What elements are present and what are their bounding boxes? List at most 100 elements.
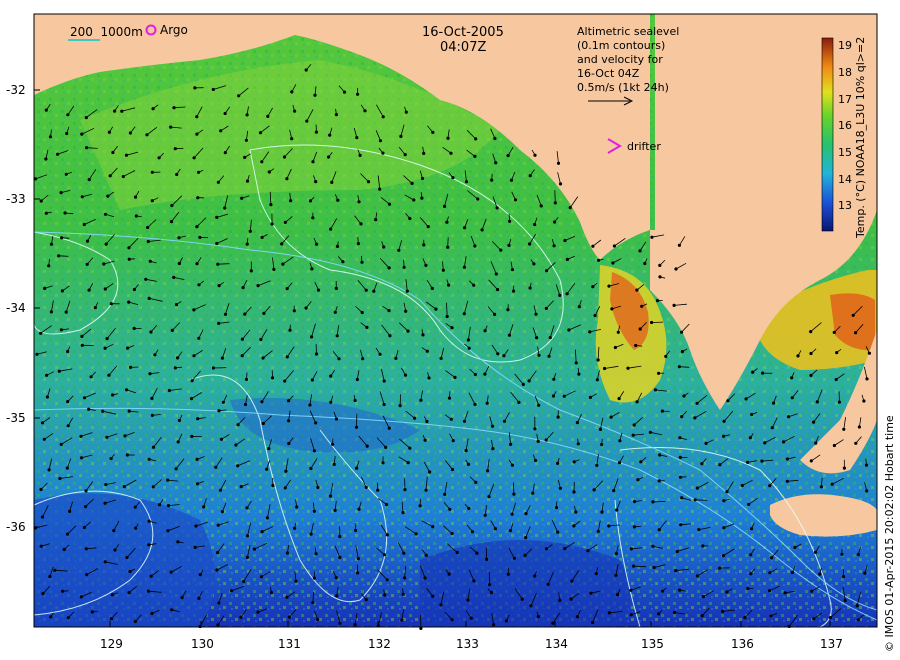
velocity-arrowhead [57, 254, 61, 258]
velocity-arrowhead [197, 170, 201, 174]
velocity-arrowhead [430, 286, 434, 290]
velocity-arrowhead [80, 343, 84, 347]
velocity-arrowhead [496, 352, 500, 356]
velocity-arrowhead [607, 611, 612, 615]
velocity-arrowhead [314, 180, 318, 184]
velocity-arrowhead [539, 204, 543, 208]
velocity-arrowhead [197, 336, 201, 340]
velocity-arrowhead [65, 466, 69, 470]
velocity-arrowhead [283, 486, 287, 490]
velocity-arrowhead [125, 555, 129, 560]
velocity-arrowhead [426, 225, 430, 229]
velocity-arrowhead [147, 296, 151, 300]
velocity-arrowhead [149, 574, 153, 578]
velocity-arrowhead [338, 555, 342, 560]
velocity-arrowhead [261, 421, 265, 426]
velocity-arrowhead [272, 267, 276, 271]
velocity-arrowhead [217, 409, 221, 413]
velocity-arrowhead [240, 354, 244, 358]
velocity-arrowhead [107, 373, 111, 377]
velocity-arrowhead [548, 335, 552, 340]
velocity-arrowhead [533, 222, 537, 227]
velocity-arrowhead [635, 288, 639, 292]
velocity-arrowhead [38, 331, 43, 335]
velocity-arrowhead [402, 551, 406, 555]
velocity-arrowhead [196, 196, 200, 200]
velocity-arrowhead [743, 615, 747, 620]
velocity-arrowhead [677, 365, 682, 369]
velocity-arrowhead [363, 109, 367, 113]
velocity-arrowhead [763, 441, 767, 445]
velocity-arrowhead [44, 373, 49, 377]
map-time: 04:07Z [440, 40, 486, 55]
velocity-arrowhead [419, 398, 423, 402]
lon-tick-label: 132 [368, 637, 391, 651]
velocity-arrowhead [245, 506, 249, 510]
velocity-arrowhead [85, 572, 89, 577]
lon-tick-label: 130 [191, 637, 214, 651]
velocity-arrowhead [125, 453, 130, 457]
velocity-arrowhead [68, 509, 72, 513]
velocity-arrowhead [678, 455, 682, 459]
velocity-arrowhead [508, 528, 513, 533]
velocity-arrowhead [387, 308, 391, 313]
lat-tick-label: -34 [6, 301, 26, 315]
velocity-arrowhead [176, 540, 180, 544]
velocity-arrowhead [294, 579, 298, 583]
velocity-arrowhead [760, 371, 765, 375]
velocity-arrowhead [66, 532, 70, 536]
velocity-arrow [399, 394, 401, 406]
lon-tick-label: 137 [820, 637, 843, 651]
velocity-arrowhead [215, 568, 219, 572]
velocity-arrowhead [790, 376, 794, 380]
velocity-arrowhead [197, 596, 201, 601]
velocity-arrowhead [282, 155, 287, 159]
velocity-arrowhead [576, 442, 580, 446]
velocity-arrowhead [378, 352, 382, 356]
velocity-arrowhead [196, 417, 200, 421]
velocity-arrowhead [39, 544, 43, 548]
velocity-arrowhead [424, 263, 428, 267]
velocity-arrowhead [574, 361, 578, 365]
velocity-arrowhead [528, 174, 532, 178]
velocity-arrowhead [245, 113, 249, 117]
velocity-arrowhead [446, 136, 450, 140]
velocity-arrowhead [749, 553, 753, 557]
velocity-arrowhead [768, 571, 772, 575]
velocity-arrowhead [507, 333, 511, 337]
velocity-arrowhead [679, 330, 684, 334]
sst-map: -32 -33 -34 -35 -36 129 130 131 132 133 … [6, 13, 896, 652]
velocity-arrowhead [767, 589, 772, 593]
velocity-arrowhead [534, 336, 539, 340]
velocity-arrowhead [192, 308, 196, 312]
velocity-arrowhead [103, 560, 107, 564]
velocity-arrowhead [48, 135, 53, 139]
velocity-arrowhead [527, 379, 531, 383]
velocity-arrowhead [506, 572, 510, 576]
velocity-arrowhead [649, 320, 654, 325]
velocity-arrowhead [230, 589, 234, 593]
velocity-arrowhead [85, 146, 89, 150]
velocity-arrowhead [198, 235, 202, 239]
velocity-arrowhead [123, 434, 127, 438]
velocity-arrowhead [195, 457, 199, 461]
velocity-arrowhead [528, 286, 532, 290]
velocity-arrowhead [613, 345, 618, 350]
velocity-arrowhead [166, 478, 170, 482]
velocity-arrowhead [401, 592, 405, 596]
velocity-arrowhead [856, 552, 861, 557]
velocity-arrowhead [256, 610, 260, 614]
velocity-arrowhead [818, 572, 822, 576]
velocity-arrowhead [170, 608, 174, 612]
velocity-arrowhead [387, 202, 392, 206]
velocity-arrowhead [658, 263, 662, 267]
altimetry-note-line: 16-Oct 04Z [577, 67, 640, 80]
velocity-arrowhead [314, 352, 319, 356]
velocity-arrowhead [85, 262, 89, 266]
velocity-arrowhead [572, 524, 576, 528]
velocity-arrowhead [63, 211, 67, 215]
velocity-arrowhead [523, 553, 527, 558]
velocity-arrowhead [193, 86, 197, 90]
velocity-arrowhead [595, 378, 599, 382]
velocity-arrowhead [449, 417, 453, 421]
